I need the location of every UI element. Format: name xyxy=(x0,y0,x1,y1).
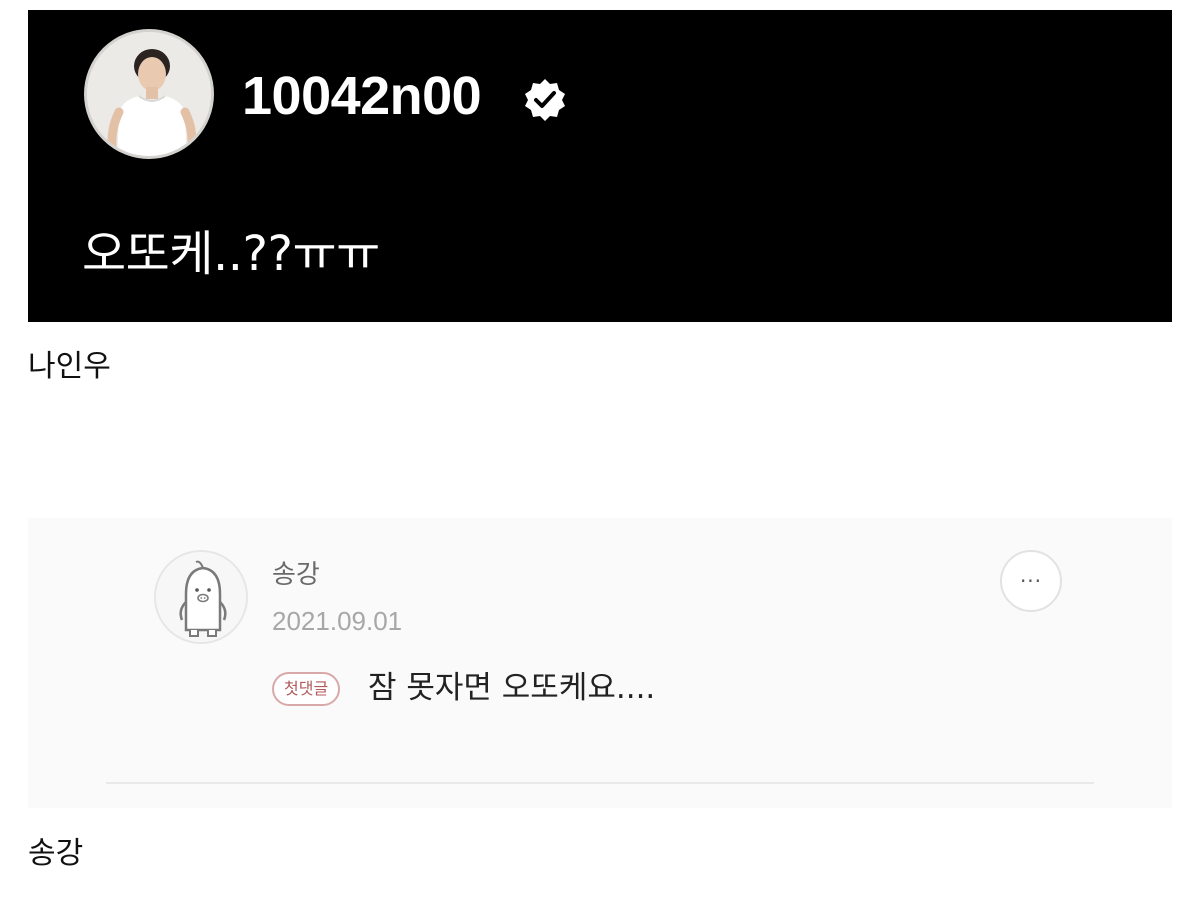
person-photo-icon xyxy=(87,32,211,156)
page: 10042n00 오또케..??ㅠㅠ 나인우 송강 2021.09.01 첫댓글… xyxy=(0,0,1200,904)
profile-avatar[interactable] xyxy=(84,29,214,159)
first-comment-badge: 첫댓글 xyxy=(272,672,341,706)
comment-text: 잠 못자면 오또케요.... xyxy=(368,670,656,706)
source-label: 나인우 xyxy=(28,349,111,384)
source-label: 송강 xyxy=(28,836,84,871)
post-username[interactable]: 10042n00 xyxy=(242,64,482,128)
divider xyxy=(106,782,1094,784)
more-options-button[interactable]: ··· xyxy=(1000,550,1062,612)
comment-card: 송강 2021.09.01 첫댓글 잠 못자면 오또케요.... ··· xyxy=(28,518,1172,808)
comment-author[interactable]: 송강 xyxy=(272,558,320,592)
more-options-icon: ··· xyxy=(1019,569,1043,593)
post-caption: 오또케..??ㅠㅠ xyxy=(82,226,380,282)
instagram-post: 10042n00 오또케..??ㅠㅠ xyxy=(28,10,1172,322)
penguin-character-icon xyxy=(156,552,246,642)
comment-date: 2021.09.01 xyxy=(272,606,403,636)
comment-avatar[interactable] xyxy=(154,550,248,644)
verified-badge-icon xyxy=(525,79,565,121)
